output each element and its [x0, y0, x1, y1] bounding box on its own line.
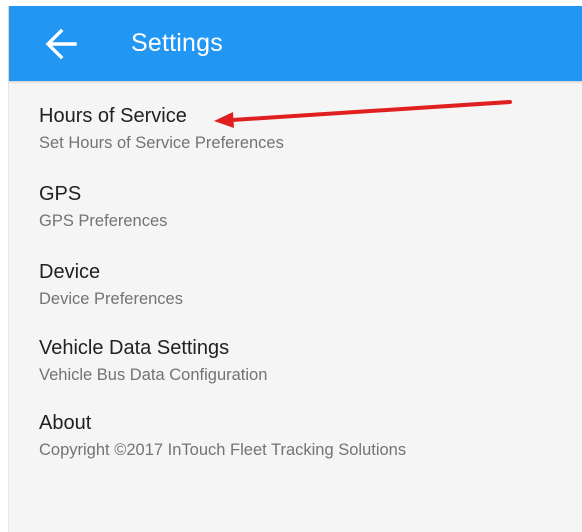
- pref-item-about[interactable]: About Copyright ©2017 InTouch Fleet Trac…: [9, 410, 582, 482]
- pref-item-gps[interactable]: GPS GPS Preferences: [9, 181, 582, 253]
- pref-title: About: [39, 412, 92, 434]
- page-title: Settings: [131, 29, 223, 57]
- pref-item-vehicle-data-settings[interactable]: Vehicle Data Settings Vehicle Bus Data C…: [9, 335, 582, 407]
- pref-summary: Set Hours of Service Preferences: [39, 134, 284, 152]
- pref-summary: GPS Preferences: [39, 212, 168, 230]
- pref-summary: Vehicle Bus Data Configuration: [39, 366, 268, 384]
- settings-screen: Settings Hours of Service Set Hours of S…: [8, 6, 582, 532]
- pref-title: Hours of Service: [39, 105, 187, 127]
- pref-item-hours-of-service[interactable]: Hours of Service Set Hours of Service Pr…: [9, 103, 582, 175]
- pref-title: GPS: [39, 183, 82, 205]
- pref-item-device[interactable]: Device Device Preferences: [9, 259, 582, 331]
- back-button[interactable]: [41, 24, 81, 64]
- app-bar: Settings: [9, 6, 582, 81]
- pref-summary: Copyright ©2017 InTouch Fleet Tracking S…: [39, 441, 407, 459]
- pref-title: Device: [39, 261, 101, 283]
- pref-summary: Device Preferences: [39, 290, 183, 308]
- arrow-left-icon: [45, 28, 77, 60]
- pref-title: Vehicle Data Settings: [39, 337, 230, 359]
